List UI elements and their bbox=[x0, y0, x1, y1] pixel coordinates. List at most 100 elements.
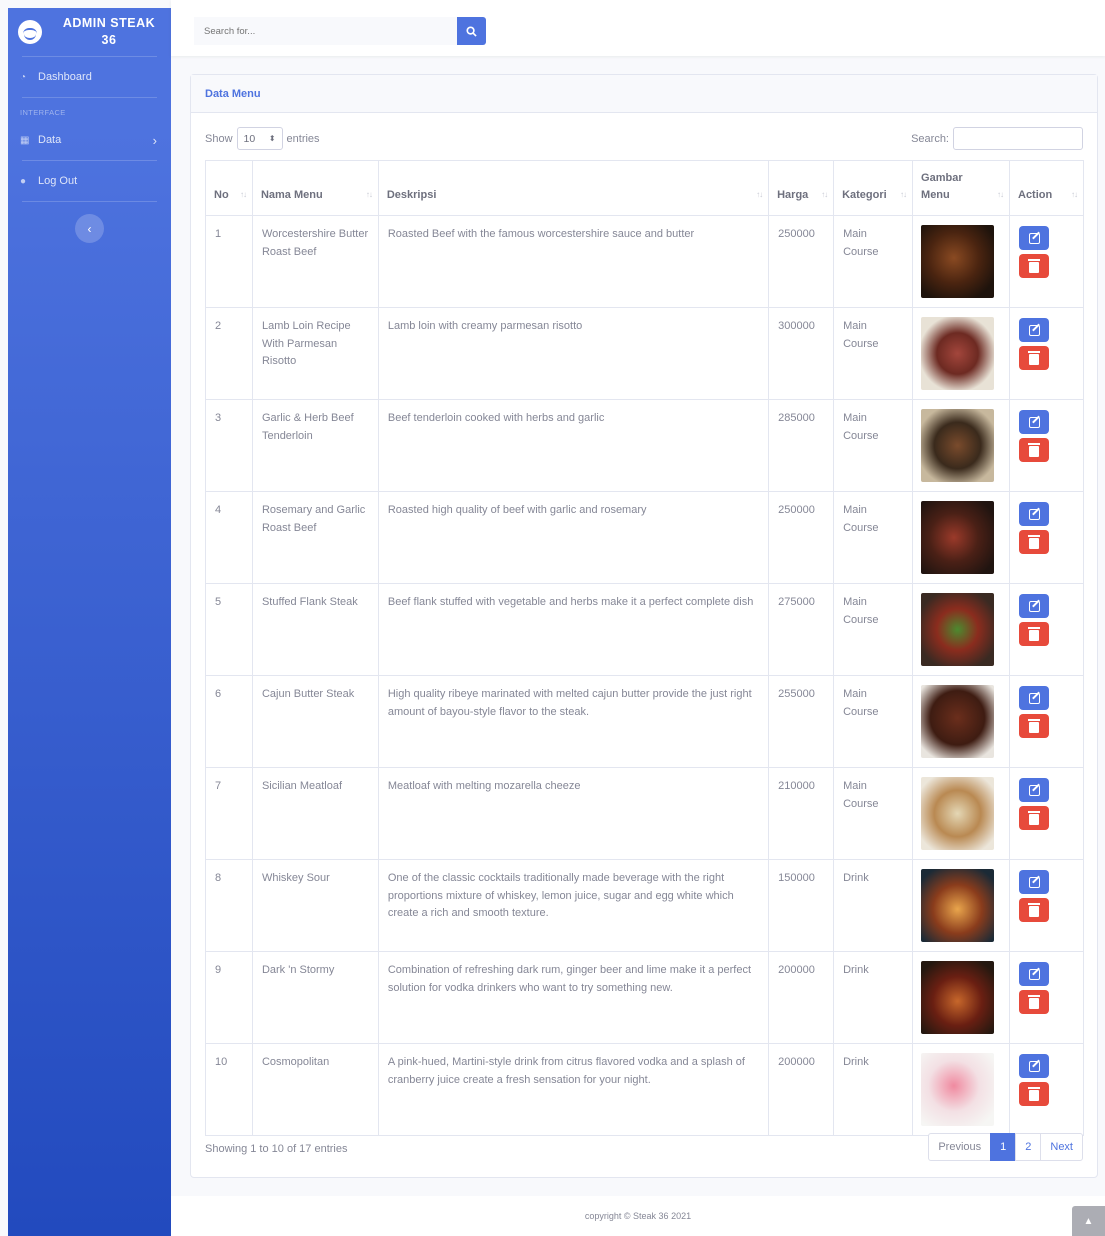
table-row: 7 Sicilian Meatloaf Meatloaf with melting … bbox=[205, 767, 1084, 860]
brand-name: ADMIN STEAK bbox=[62, 16, 156, 30]
edit-button[interactable] bbox=[1019, 870, 1049, 894]
sidebar-item-dashboard[interactable]: ◔ Dashboard bbox=[8, 57, 171, 97]
cell-action bbox=[1009, 215, 1084, 308]
table-row: 6 Cajun Butter Steak High quality ribeye m… bbox=[205, 675, 1084, 768]
cell-gambar bbox=[912, 675, 1010, 768]
cell-harga: 200000 bbox=[768, 951, 835, 1044]
pagination-page-1[interactable]: 1 bbox=[990, 1133, 1017, 1161]
topbar-search bbox=[194, 17, 486, 45]
delete-button[interactable] bbox=[1019, 990, 1049, 1014]
cell-gambar bbox=[912, 859, 1010, 952]
column-header-kategori[interactable]: Kategori ↑↓ bbox=[833, 160, 914, 216]
chevron-right-icon: › bbox=[152, 132, 157, 148]
cell-deskripsi: Combination of refreshing dark rum, ging… bbox=[377, 951, 770, 1044]
cell-nama-menu: Sicilian Meatloaf bbox=[251, 767, 379, 860]
table-row: 3 Garlic & Herb Beef Tenderloin Beef tende… bbox=[205, 399, 1084, 492]
cell-nama-menu: Cajun Butter Steak bbox=[251, 675, 379, 768]
cell-gambar bbox=[912, 951, 1010, 1044]
topbar bbox=[171, 0, 1105, 56]
cell-harga: 210000 bbox=[768, 767, 835, 860]
cell-deskripsi: Roasted high quality of beef with garlic… bbox=[377, 491, 770, 584]
edit-icon bbox=[1028, 876, 1040, 888]
cell-no: 2 bbox=[205, 307, 253, 400]
table-search-label: Search: bbox=[911, 132, 949, 145]
menu-image bbox=[921, 409, 995, 482]
delete-button[interactable] bbox=[1019, 622, 1049, 646]
cell-gambar bbox=[912, 767, 1010, 860]
menu-image bbox=[921, 593, 995, 666]
cell-action bbox=[1009, 491, 1084, 584]
edit-button[interactable] bbox=[1019, 318, 1049, 342]
edit-button[interactable] bbox=[1019, 778, 1049, 802]
edit-button[interactable] bbox=[1019, 594, 1049, 618]
menu-image bbox=[921, 317, 995, 390]
sidebar-toggle-button[interactable]: ‹ bbox=[75, 214, 104, 243]
data-menu-card: Data Menu Show 10 ⬍ entries Search: No ↑↓… bbox=[190, 74, 1098, 1178]
cell-gambar bbox=[912, 1043, 1010, 1136]
topbar-search-button[interactable] bbox=[457, 17, 486, 45]
sidebar-item-label: Log Out bbox=[38, 175, 78, 187]
table-row: 9 Dark 'n Stormy Combination of refreshing… bbox=[205, 951, 1084, 1044]
edit-button[interactable] bbox=[1019, 502, 1049, 526]
cell-kategori: Main Course bbox=[833, 767, 914, 860]
entries-select[interactable]: 10 ⬍ bbox=[236, 127, 283, 150]
edit-button[interactable] bbox=[1019, 962, 1049, 986]
trash-icon bbox=[1028, 350, 1040, 365]
delete-button[interactable] bbox=[1019, 438, 1049, 462]
trash-icon bbox=[1028, 994, 1040, 1009]
menu-image bbox=[921, 501, 995, 574]
cell-harga: 250000 bbox=[768, 491, 835, 584]
table-row: 5 Stuffed Flank Steak Beef flank stuffed w… bbox=[205, 583, 1084, 676]
edit-button[interactable] bbox=[1019, 410, 1049, 434]
column-header-no[interactable]: No ↑↓ bbox=[205, 160, 253, 216]
delete-button[interactable] bbox=[1019, 806, 1049, 830]
brand[interactable]: ADMIN STEAK 36 bbox=[8, 8, 171, 56]
delete-button[interactable] bbox=[1019, 254, 1049, 278]
delete-button[interactable] bbox=[1019, 714, 1049, 738]
delete-button[interactable] bbox=[1019, 1082, 1049, 1106]
delete-button[interactable] bbox=[1019, 346, 1049, 370]
edit-icon bbox=[1028, 324, 1040, 336]
cell-kategori: Main Course bbox=[833, 399, 914, 492]
edit-button[interactable] bbox=[1019, 1054, 1049, 1078]
cell-harga: 200000 bbox=[768, 1043, 835, 1136]
table-search: Search: bbox=[911, 127, 1083, 150]
cell-no: 6 bbox=[205, 675, 253, 768]
column-header-action[interactable]: Action ↑↓ bbox=[1009, 160, 1084, 216]
topbar-search-input[interactable] bbox=[194, 17, 457, 45]
menu-table: No ↑↓ Nama Menu ↑↓ Deskripsi ↑↓ Harga ↑↓ Kat… bbox=[205, 160, 1084, 1136]
pagination-page-2[interactable]: 2 bbox=[1015, 1133, 1042, 1161]
sort-icon: ↑↓ bbox=[1071, 190, 1078, 199]
sidebar-item-logout[interactable]: ● Log Out bbox=[8, 161, 171, 201]
cell-kategori: Drink bbox=[833, 859, 914, 952]
edit-button[interactable] bbox=[1019, 226, 1049, 250]
delete-button[interactable] bbox=[1019, 898, 1049, 922]
cell-kategori: Drink bbox=[833, 951, 914, 1044]
cell-nama-menu: Worcestershire Butter Roast Beef bbox=[251, 215, 379, 308]
cell-kategori: Main Course bbox=[833, 583, 914, 676]
edit-button[interactable] bbox=[1019, 686, 1049, 710]
column-header-deskripsi[interactable]: Deskripsi ↑↓ bbox=[377, 160, 770, 216]
table-row: 10 Cosmopolitan A pink-hued, Martini-style… bbox=[205, 1043, 1084, 1136]
cell-action bbox=[1009, 399, 1084, 492]
delete-button[interactable] bbox=[1019, 530, 1049, 554]
column-header-gambar-menu[interactable]: Gambar Menu ↑↓ bbox=[912, 160, 1010, 216]
cell-no: 9 bbox=[205, 951, 253, 1044]
sort-caret-icon: ⬍ bbox=[268, 134, 276, 143]
column-header-harga[interactable]: Harga ↑↓ bbox=[768, 160, 835, 216]
cell-harga: 275000 bbox=[768, 583, 835, 676]
scroll-to-top-button[interactable]: ▲ bbox=[1072, 1206, 1105, 1236]
sidebar-item-data[interactable]: ▦ Data › bbox=[8, 120, 171, 160]
pagination-next[interactable]: Next bbox=[1040, 1133, 1083, 1161]
table-search-input[interactable] bbox=[953, 127, 1083, 150]
cell-no: 10 bbox=[205, 1043, 253, 1136]
cell-deskripsi: Lamb loin with creamy parmesan risotto bbox=[377, 307, 770, 400]
brand-number: 36 bbox=[101, 33, 117, 47]
chevron-left-icon: ‹ bbox=[87, 221, 92, 236]
sidebar: ADMIN STEAK 36 ◔ Dashboard INTERFACE ▦ D… bbox=[8, 8, 171, 1236]
trash-icon bbox=[1028, 810, 1040, 825]
cell-kategori: Main Course bbox=[833, 675, 914, 768]
pagination-previous[interactable]: Previous bbox=[928, 1133, 992, 1161]
column-header-nama-menu[interactable]: Nama Menu ↑↓ bbox=[251, 160, 379, 216]
cell-no: 3 bbox=[205, 399, 253, 492]
